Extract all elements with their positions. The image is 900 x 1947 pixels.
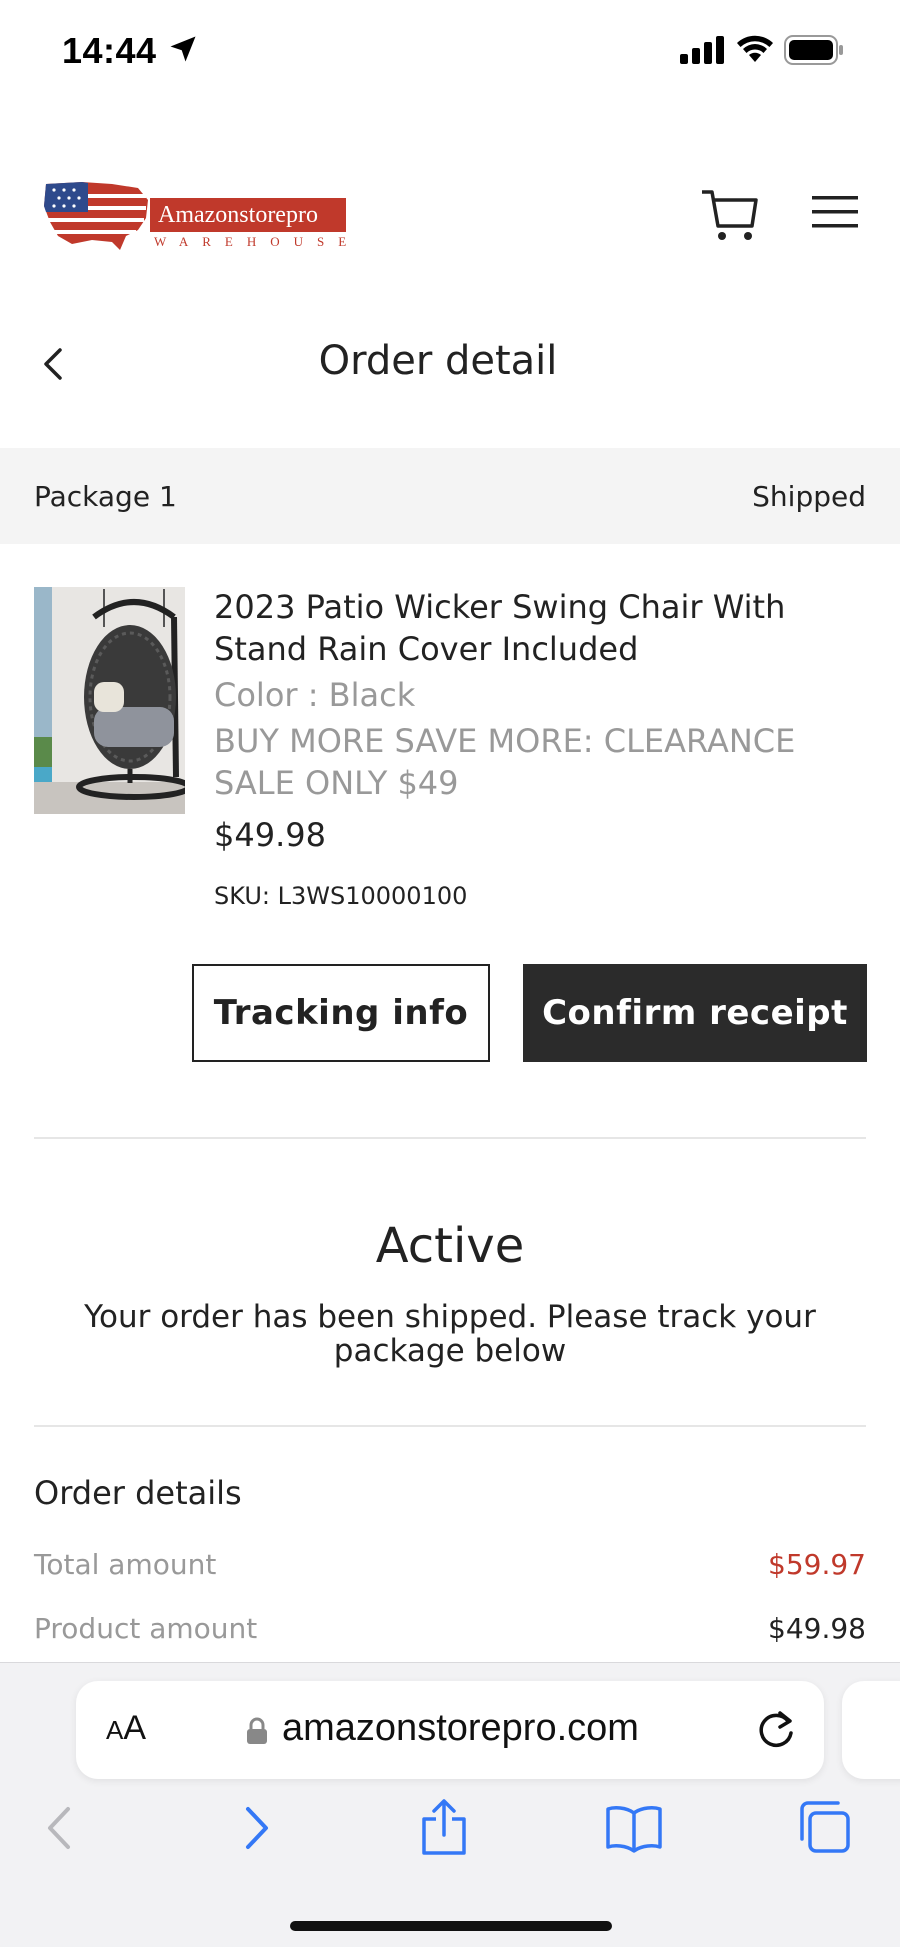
product-color: Color : Black — [214, 676, 416, 714]
order-status-title: Active — [375, 1218, 525, 1274]
tracking-info-button[interactable]: Tracking info — [192, 964, 490, 1062]
product-price: $49.98 — [214, 816, 326, 854]
tabs-icon[interactable] — [796, 1799, 852, 1855]
detail-value: $59.97 — [768, 1548, 866, 1581]
product-image[interactable] — [34, 587, 185, 814]
site-header: Amazonstorepro WAREHOUSE — [0, 170, 900, 260]
package-bar: Package 1 Shipped — [0, 448, 900, 544]
home-indicator — [290, 1921, 612, 1931]
page-title: Order detail — [318, 338, 558, 384]
lock-icon — [247, 1717, 267, 1744]
aa-large: A — [123, 1709, 147, 1747]
cellular-signal-icon — [680, 36, 724, 64]
address-bar[interactable]: AA amazonstorepro.com — [76, 1681, 824, 1779]
detail-label: Product amount — [34, 1612, 258, 1645]
order-details-title: Order details — [34, 1474, 242, 1512]
us-flag-map-logo — [44, 182, 148, 250]
divider — [34, 1137, 866, 1139]
detail-label: Total amount — [34, 1548, 217, 1581]
location-arrow-icon — [170, 36, 196, 62]
order-status-message: Your order has been shipped. Please trac… — [84, 1299, 816, 1369]
product-info: 2023 Patio Wicker Swing Chair With Stand… — [214, 586, 874, 910]
browser-toolbar: AA amazonstorepro.com — [0, 1662, 900, 1947]
package-status: Shipped — [752, 480, 866, 513]
status-bar: 14:44 — [0, 0, 900, 100]
detail-row-product: Product amount $49.98 — [34, 1612, 866, 1652]
status-time: 14:44 — [62, 30, 157, 71]
wifi-icon — [737, 35, 773, 62]
url-text[interactable]: amazonstorepro.com — [282, 1707, 639, 1750]
package-label: Package 1 — [34, 480, 177, 513]
bookmarks-icon[interactable] — [604, 1803, 664, 1853]
detail-value: $49.98 — [768, 1612, 866, 1645]
hamburger-menu-icon[interactable] — [810, 192, 860, 232]
product-promo: BUY MORE SAVE MORE: CLEARANCE SALE ONLY … — [214, 722, 796, 802]
detail-row-total: Total amount $59.97 — [34, 1548, 866, 1588]
cart-icon[interactable] — [700, 188, 760, 244]
reload-icon[interactable] — [754, 1707, 798, 1753]
product-sku: SKU: L3WS10000100 — [214, 882, 468, 910]
confirm-receipt-button[interactable]: Confirm receipt — [523, 964, 867, 1062]
aa-small: A — [106, 1715, 124, 1745]
browser-back-icon[interactable] — [40, 1803, 80, 1853]
logo-title: Amazonstorepro — [150, 198, 346, 232]
site-logo[interactable]: Amazonstorepro WAREHOUSE — [42, 178, 346, 258]
product-name[interactable]: 2023 Patio Wicker Swing Chair With Stand… — [214, 586, 874, 670]
browser-forward-icon[interactable] — [236, 1803, 276, 1853]
share-icon[interactable] — [418, 1797, 470, 1857]
logo-subtitle: WAREHOUSE — [154, 234, 361, 249]
battery-icon — [784, 35, 843, 65]
next-tab-preview[interactable] — [842, 1681, 900, 1779]
swing-chair-image — [34, 587, 185, 814]
title-row: Order detail — [0, 330, 900, 400]
divider — [34, 1425, 866, 1427]
reader-aa-button[interactable]: AA — [106, 1709, 146, 1748]
